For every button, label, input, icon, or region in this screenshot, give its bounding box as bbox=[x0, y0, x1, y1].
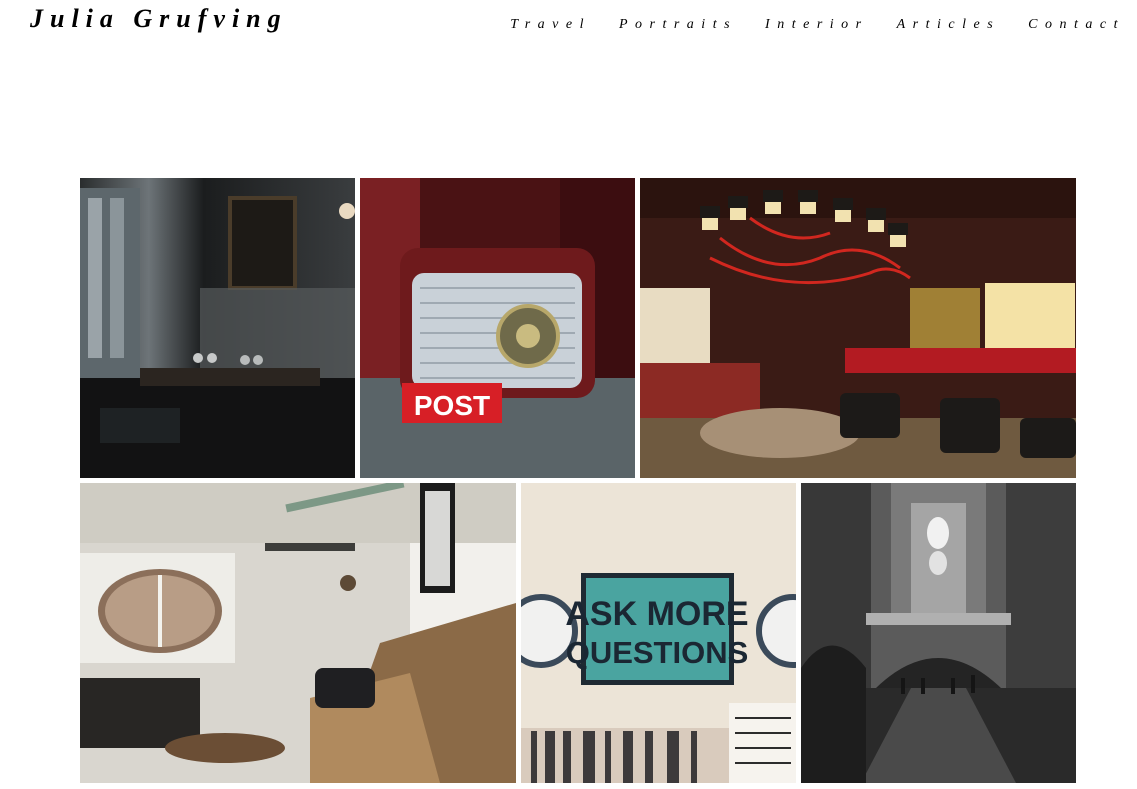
gallery-photo-ask-more-questions[interactable]: ASK MORE QUESTIONS bbox=[521, 483, 796, 783]
poster-line-1: ASK MORE bbox=[565, 595, 748, 633]
poster-line-2: QUESTIONS bbox=[566, 635, 749, 670]
nav-link-portraits[interactable]: Portraits bbox=[619, 15, 737, 35]
site-title[interactable]: Julia Grufving bbox=[30, 2, 288, 36]
gallery-photo-radio[interactable]: POST bbox=[360, 178, 635, 478]
bright-room-image bbox=[80, 483, 516, 783]
hotel-bar-image bbox=[640, 178, 1076, 478]
main-nav: Travel Portraits Interior Articles Conta… bbox=[482, 15, 1125, 35]
gallery-photo-restaurant[interactable] bbox=[80, 178, 355, 478]
radio-image: POST bbox=[360, 178, 635, 478]
restaurant-image bbox=[80, 178, 355, 478]
magazine-post-label: POST bbox=[414, 390, 490, 421]
nav-link-articles[interactable]: Articles bbox=[897, 15, 1001, 35]
gallery-photo-station-hall[interactable] bbox=[801, 483, 1076, 783]
nav-link-travel[interactable]: Travel bbox=[510, 15, 591, 35]
gallery-photo-bright-room[interactable] bbox=[80, 483, 516, 783]
photo-gallery: POST ASK MORE QUESTIONS bbox=[80, 178, 1076, 783]
gallery-photo-hotel-bar[interactable] bbox=[640, 178, 1076, 478]
nav-link-contact[interactable]: Contact bbox=[1028, 15, 1125, 35]
station-hall-image bbox=[801, 483, 1076, 783]
nav-link-interior[interactable]: Interior bbox=[765, 15, 869, 35]
poster-image: ASK MORE QUESTIONS bbox=[521, 483, 796, 783]
